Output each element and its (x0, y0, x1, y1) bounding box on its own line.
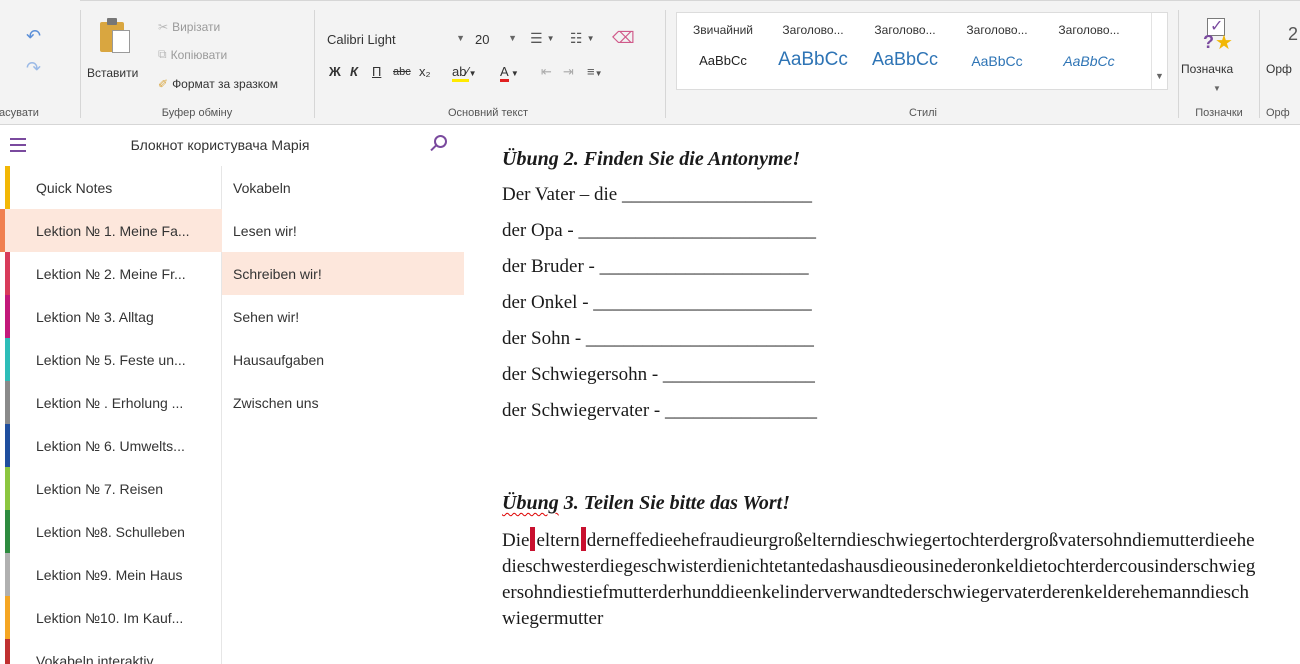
chevron-down-icon[interactable]: ▼ (1213, 84, 1221, 93)
section-item[interactable]: Vokabeln interaktiv (0, 639, 222, 664)
exercise-line: der Schwiegersohn - ________________ (502, 364, 815, 385)
font-group-label: Основний текст (447, 107, 529, 119)
section-item[interactable]: Lektion № 3. Alltag (0, 295, 222, 338)
spelling-group-label: Орф (1266, 107, 1290, 119)
page-item[interactable]: Schreiben wir! (222, 252, 464, 295)
chevron-down-icon: ▼ (456, 33, 465, 43)
format-painter-icon: ✐ (158, 77, 169, 91)
strikethrough-button[interactable]: abc (393, 66, 411, 78)
exercise-line: der Onkel - _______________________ (502, 292, 812, 313)
increase-indent-button[interactable]: ⇥ (563, 64, 574, 80)
exercise-line: Der Vater – die ____________________ (502, 184, 812, 205)
section-item[interactable]: Lektion № 2. Meine Fr... (0, 252, 222, 295)
section-item[interactable]: Lektion № 7. Reisen (0, 467, 222, 510)
page-item[interactable]: Lesen wir! (222, 209, 464, 252)
spelling-icon: 2 (1288, 24, 1299, 44)
subscript-button[interactable]: x₂ (419, 64, 431, 79)
clipboard-group-label: Буфер обміну (161, 107, 233, 119)
bold-button[interactable]: Ж (329, 64, 341, 79)
page-item[interactable]: Hausaufgaben (222, 338, 464, 381)
highlighter-icon: ab⁄ (452, 64, 469, 82)
section-item[interactable]: Lektion №10. Im Kauf... (0, 596, 222, 639)
decrease-indent-button[interactable]: ⇤ (541, 64, 552, 80)
spelling-button[interactable]: Орф (1266, 62, 1292, 76)
font-color-button[interactable]: A ▼ (500, 64, 519, 82)
page-canvas[interactable]: Übung 2. Finden Sie die Antonyme! Der Va… (465, 126, 1300, 664)
cut-button[interactable]: ✂ Вирізати (158, 20, 220, 34)
section-item[interactable]: Lektion №9. Mein Haus (0, 553, 222, 596)
undo-group: ↶ ↷ Скасувати (0, 0, 74, 124)
section-item[interactable]: Lektion № . Erholung ... (0, 381, 222, 424)
format-painter-button[interactable]: ✐ Формат за зразком (158, 77, 278, 91)
eraser-icon: ⌫ (612, 30, 635, 47)
spelling-flagged-word[interactable]: Übung (502, 492, 559, 514)
section-item[interactable]: Lektion №8. Schulleben (0, 510, 222, 553)
undo-icon[interactable]: ↶ (26, 26, 41, 47)
undo-group-label: Скасувати (0, 107, 39, 119)
section-item[interactable]: Quick Notes (0, 166, 222, 209)
spelling-group: 2 Орф Орф (1262, 0, 1300, 124)
tags-group-label: Позначки (1195, 107, 1243, 119)
clear-formatting-button[interactable]: ⌫ (612, 28, 635, 48)
ribbon: ↶ ↷ Скасувати Буфер обміну Вставити ✂ Ви… (0, 0, 1300, 125)
italic-button[interactable]: К (350, 64, 358, 79)
highlight-button[interactable]: ab⁄▼ (452, 64, 477, 82)
font-group: Основний текст (316, 0, 660, 124)
paste-button[interactable]: Вставити (87, 66, 138, 80)
tags-group: Позначка ▼ Позначки (1180, 0, 1258, 124)
exercise-line: der Opa - _________________________ (502, 220, 816, 241)
tag-button[interactable]: Позначка (1181, 62, 1233, 76)
notebook-navigation: Блокнот користувача Марія Quick Notes Le… (0, 126, 464, 664)
section-list: Quick Notes Lektion № 1. Meine Fa... Lek… (0, 166, 222, 664)
bullet-list-button[interactable]: ☰ ▼ (530, 30, 554, 47)
font-size-select[interactable]: 20 ▼ (470, 28, 520, 50)
styles-group: Стилі (668, 0, 1178, 124)
exercise-2-heading: Übung 2. Finden Sie die Antonyme! (502, 148, 801, 170)
page-item[interactable]: Sehen wir! (222, 295, 464, 338)
bullet-list-icon: ☰ (530, 30, 543, 46)
notebook-title[interactable]: Блокнот користувача Марія (80, 137, 360, 153)
align-button[interactable]: ≡▼ (587, 64, 603, 79)
chevron-down-icon: ▼ (508, 33, 517, 43)
exercise-line: der Bruder - ______________________ (502, 256, 809, 277)
page-item[interactable]: Zwischen uns (222, 381, 464, 424)
page-list: Vokabeln Lesen wir! Schreiben wir! Sehen… (222, 166, 464, 664)
numbered-list-button[interactable]: ☷ ▼ (570, 30, 594, 47)
exercise-line: der Sohn - ________________________ (502, 328, 814, 349)
divider-mark (580, 527, 586, 551)
copy-button[interactable]: ⧉ Копіювати (158, 47, 227, 62)
underline-button[interactable]: П (372, 64, 381, 79)
copy-icon: ⧉ (158, 47, 167, 61)
hamburger-menu-icon[interactable] (10, 138, 26, 152)
exercise-3-text[interactable]: Die eltern derneffedieehefraudieurgroßelte… (502, 527, 1262, 632)
section-item[interactable]: Lektion № 1. Meine Fa... (0, 209, 222, 252)
font-family-select[interactable]: Calibri Light ▼ (322, 28, 468, 50)
section-item[interactable]: Lektion № 5. Feste un... (0, 338, 222, 381)
styles-group-label: Стилі (909, 107, 937, 119)
font-color-icon: A (500, 64, 509, 82)
section-item[interactable]: Lektion № 6. Umwelts... (0, 424, 222, 467)
divider-mark (530, 527, 536, 551)
notebook-header: Блокнот користувача Марія (0, 126, 464, 166)
redo-icon[interactable]: ↷ (26, 58, 41, 79)
search-icon[interactable] (428, 134, 448, 156)
paste-icon[interactable] (100, 18, 130, 54)
scissors-icon: ✂ (158, 20, 169, 34)
exercise-3-heading: Übung 3. Teilen Sie bitte das Wort! (502, 492, 791, 514)
numbered-list-icon: ☷ (570, 30, 583, 46)
exercise-line: der Schwiegervater - ________________ (502, 400, 818, 421)
page-item[interactable]: Vokabeln (222, 166, 464, 209)
